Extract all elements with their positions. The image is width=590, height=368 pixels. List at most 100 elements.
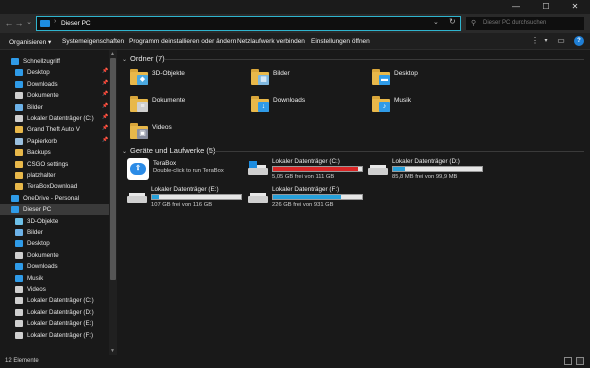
folder-item[interactable]: ▦ Bilder <box>251 68 371 94</box>
navigation-pane[interactable]: Schnellzugriff Desktop 📌 Downloads 📌 Dokument… <box>0 50 117 355</box>
folders-section-header[interactable]: ⌄ Ordner (7) <box>122 54 165 63</box>
details-view-icon[interactable] <box>564 357 572 365</box>
sidebar-item[interactable]: Lokaler Datenträger (C:) <box>0 295 110 306</box>
sidebar-scroll-thumb[interactable] <box>110 58 116 280</box>
folder-item[interactable]: ♪ Musik <box>372 95 492 121</box>
sidebar-item[interactable]: Papierkorb 📌 <box>0 136 110 147</box>
sidebar-item[interactable]: platzhalter <box>0 170 110 181</box>
sidebar-item[interactable]: CSGO settings <box>0 159 110 170</box>
sidebar-item-label: platzhalter <box>27 172 56 179</box>
folder-item[interactable]: ◆ 3D-Objekte <box>130 68 250 94</box>
breadcrumb-this-pc[interactable]: Dieser PC <box>61 20 91 27</box>
large-icons-view-icon[interactable] <box>576 357 584 365</box>
sidebar-item[interactable]: Lokaler Datenträger (D:) <box>0 307 110 318</box>
sidebar-item[interactable]: Backups <box>0 147 110 158</box>
folder-glyph-icon: ≡ <box>137 102 148 112</box>
sidebar-item-label: Downloads <box>27 80 58 88</box>
terabox-item[interactable]: ⇧ TeraBox Double-click to run TeraBox <box>127 158 242 184</box>
drive-usage-bar <box>151 194 242 200</box>
folder-item[interactable]: ↓ Downloads <box>251 95 371 121</box>
sidebar-item-label: Lokaler Datenträger (F:) <box>27 331 94 339</box>
drive-usage-fill <box>273 195 341 199</box>
address-bar[interactable]: › Dieser PC ⌄ ↻ <box>36 16 461 31</box>
folder-icon <box>15 126 23 134</box>
sidebar-item[interactable]: Bilder <box>0 227 110 238</box>
sidebar-item[interactable]: Lokaler Datenträger (F:) <box>0 330 110 341</box>
folder-icon: ▬ <box>372 69 390 85</box>
folder-item[interactable]: ▣ Videos <box>130 122 250 148</box>
folder-icon <box>15 160 23 168</box>
sidebar-item[interactable]: Lokaler Datenträger (E:) <box>0 318 110 329</box>
title-bar: — ☐ ✕ <box>0 0 590 14</box>
pin-icon: 📌 <box>102 79 109 86</box>
pin-icon: 📌 <box>102 125 109 132</box>
open-settings-button[interactable]: Einstellungen öffnen <box>311 38 370 45</box>
sidebar-item-label: Dokumente <box>27 251 59 259</box>
view-options-caret-icon[interactable]: ▾ <box>541 36 551 46</box>
drive-free-space: 5,05 GB frei von 111 GB <box>272 174 335 180</box>
breadcrumb-separator[interactable]: › <box>54 18 56 25</box>
sidebar-item[interactable]: Downloads 📌 <box>0 79 110 90</box>
sidebar-item[interactable]: Downloads <box>0 261 110 272</box>
folder-label: 3D-Objekte <box>152 70 185 77</box>
folder-item[interactable]: ≡ Dokumente <box>130 95 250 121</box>
drive-item[interactable]: Lokaler Datenträger (E:) 107 GB frei von … <box>127 186 242 212</box>
section-divider <box>210 151 584 152</box>
search-input[interactable]: ⚲ Dieser PC durchsuchen <box>465 16 585 31</box>
sidebar-item[interactable]: Dokumente 📌 <box>0 90 110 101</box>
folder-item[interactable]: ▬ Desktop <box>372 68 492 94</box>
folder-icon: ≡ <box>130 96 148 112</box>
sidebar-item[interactable]: Schnellzugriff <box>0 56 110 67</box>
sidebar-item[interactable]: Lokaler Datenträger (C:) 📌 <box>0 113 110 124</box>
view-options-icon[interactable]: ⋮ <box>530 36 540 46</box>
close-button[interactable]: ✕ <box>560 0 590 14</box>
drive-body <box>248 168 268 175</box>
sidebar-item[interactable]: Dokumente <box>0 250 110 261</box>
sidebar-item[interactable]: 3D-Objekte <box>0 216 110 227</box>
preview-pane-icon[interactable]: ▭ <box>556 36 566 46</box>
sidebar-item[interactable]: Videos <box>0 284 110 295</box>
sidebar-item-label: Bilder <box>27 103 43 111</box>
drive-item[interactable]: Lokaler Datenträger (D:) 85,8 MB frei von… <box>368 158 483 184</box>
system-properties-button[interactable]: Systemeigenschaften <box>62 38 124 45</box>
folder-icon: ▦ <box>251 69 269 85</box>
organize-menu[interactable]: Organisieren ▾ <box>9 38 51 46</box>
pin-icon: 📌 <box>102 68 109 75</box>
sidebar-item[interactable]: OneDrive - Personal <box>0 193 110 204</box>
maximize-button[interactable]: ☐ <box>531 0 561 14</box>
drive-icon <box>15 320 23 328</box>
address-dropdown-button[interactable]: ⌄ <box>433 18 439 26</box>
uninstall-program-button[interactable]: Programm deinstallieren oder ändern <box>129 38 236 45</box>
scroll-down-icon[interactable]: ▼ <box>110 348 115 354</box>
drive-item[interactable]: Lokaler Datenträger (C:) 5,05 GB frei von… <box>248 158 363 184</box>
folder-glyph-icon: ◆ <box>137 75 148 85</box>
sidebar-item[interactable]: Desktop 📌 <box>0 67 110 78</box>
folder-label: Desktop <box>394 70 418 77</box>
recent-locations-button[interactable]: ⌄ <box>23 17 35 29</box>
refresh-button[interactable]: ↻ <box>449 17 456 26</box>
sidebar-item[interactable]: Dieser PC <box>0 204 110 216</box>
drive-name: Lokaler Datenträger (E:) <box>151 186 219 193</box>
drive-free-space: 226 GB frei von 931 GB <box>272 202 334 208</box>
sidebar-item[interactable]: Desktop <box>0 238 110 249</box>
onedrive-icon <box>11 194 19 202</box>
sidebar-item-label: Grand Theft Auto V <box>27 126 80 134</box>
video-icon <box>15 286 23 293</box>
drive-item[interactable]: Lokaler Datenträger (F:) 226 GB frei von … <box>248 186 363 212</box>
folder-glyph-icon: ▣ <box>137 129 148 139</box>
drive-body <box>127 196 147 203</box>
sidebar-item-label: 3D-Objekte <box>27 217 59 225</box>
sidebar-item[interactable]: TeraBoxDownload <box>0 181 110 192</box>
folder-glyph-icon: ♪ <box>379 102 390 112</box>
sidebar-item[interactable]: Grand Theft Auto V 📌 <box>0 124 110 135</box>
drive-name: Lokaler Datenträger (F:) <box>272 186 340 193</box>
drives-section-header[interactable]: ⌄ Geräte und Laufwerke (5) <box>122 146 216 155</box>
sidebar-item[interactable]: Musik <box>0 273 110 284</box>
map-network-drive-button[interactable]: Netzlaufwerk verbinden <box>237 38 305 45</box>
help-icon[interactable]: ? <box>574 36 584 46</box>
scroll-up-icon[interactable]: ▲ <box>110 51 115 57</box>
folder-icon: ♪ <box>372 96 390 112</box>
minimize-button[interactable]: — <box>501 0 531 14</box>
3d-objects-icon <box>15 217 23 225</box>
sidebar-item[interactable]: Bilder 📌 <box>0 102 110 113</box>
